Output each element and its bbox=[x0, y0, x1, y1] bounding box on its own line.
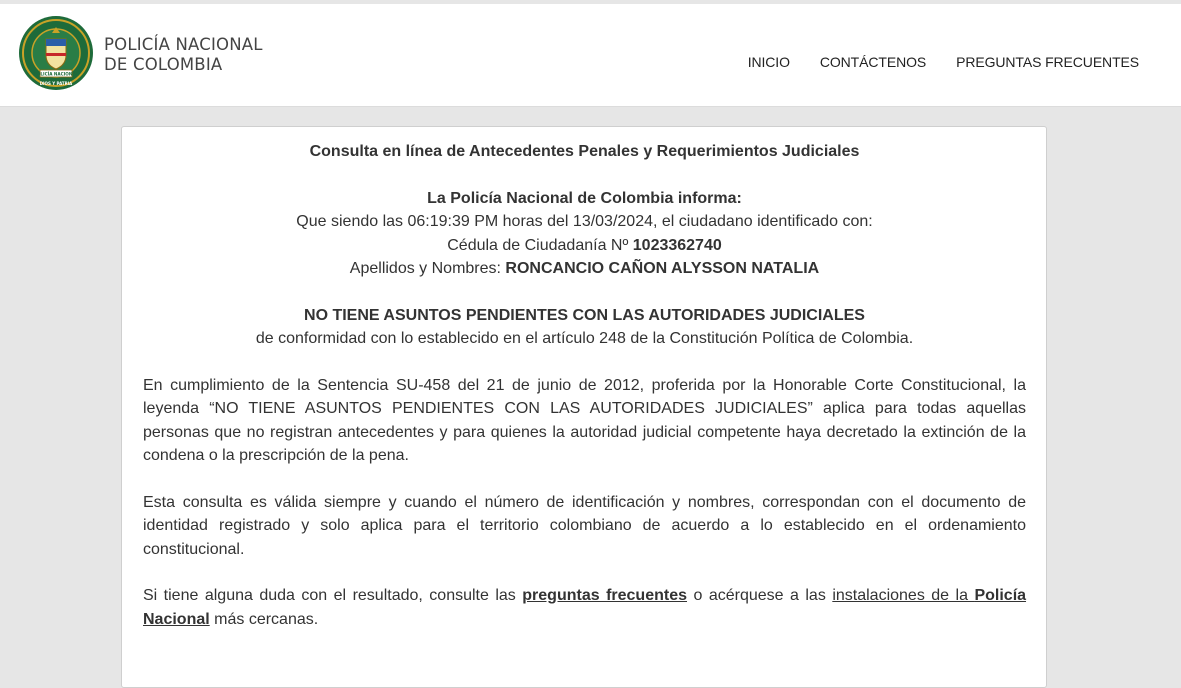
result-card: Consulta en línea de Antecedentes Penale… bbox=[121, 126, 1047, 688]
consult-time-line: Que siendo las 06:19:39 PM horas del 13/… bbox=[296, 213, 873, 230]
svg-text:DIOS Y PATRIA: DIOS Y PATRIA bbox=[40, 81, 73, 86]
police-seal-logo[interactable]: POLICÍA NACIONAL DIOS Y PATRIA bbox=[18, 15, 94, 91]
informa-heading: La Policía Nacional de Colombia informa: bbox=[427, 189, 742, 207]
status-result: NO TIENE ASUNTOS PENDIENTES CON LAS AUTO… bbox=[304, 306, 865, 324]
preguntas-frecuentes-link[interactable]: preguntas frecuentes bbox=[522, 587, 687, 604]
brand-line-1: POLICÍA NACIONAL bbox=[104, 35, 263, 54]
name-line: Apellidos y Nombres: RONCANCIO CAÑON ALY… bbox=[143, 257, 1026, 281]
paragraph-validez: Esta consulta es válida siempre y cuando… bbox=[143, 493, 1026, 558]
dudas-text-post: más cercanas. bbox=[214, 610, 319, 628]
instalaciones-link-text: instalaciones de la bbox=[832, 587, 968, 604]
result-title: Consulta en línea de Antecedentes Penale… bbox=[309, 143, 860, 160]
id-line: Cédula de Ciudadanía Nº 1023362740 bbox=[143, 234, 1026, 258]
name-value: RONCANCIO CAÑON ALYSSON NATALIA bbox=[505, 260, 820, 277]
status-note: de conformidad con lo establecido en el … bbox=[255, 330, 914, 347]
name-label: Apellidos y Nombres: bbox=[349, 260, 501, 277]
brand-line-2: DE COLOMBIA bbox=[104, 55, 223, 74]
dudas-text-pre: Si tiene alguna duda con el resultado, c… bbox=[143, 587, 516, 604]
nav-preguntas-frecuentes[interactable]: PREGUNTAS FRECUENTES bbox=[956, 54, 1139, 70]
paragraph-dudas: Si tiene alguna duda con el resultado, c… bbox=[143, 584, 1026, 631]
nav-inicio[interactable]: INICIO bbox=[748, 54, 790, 70]
id-number: 1023362740 bbox=[632, 236, 722, 254]
paragraph-sentencia: En cumplimiento de la Sentencia SU-458 d… bbox=[143, 376, 1026, 465]
svg-text:POLICÍA NACIONAL: POLICÍA NACIONAL bbox=[34, 72, 79, 77]
brand-name[interactable]: POLICÍA NACIONAL DE COLOMBIA bbox=[104, 35, 263, 75]
dudas-text-mid: o acérquese a las bbox=[693, 587, 826, 604]
site-header: POLICÍA NACIONAL DIOS Y PATRIA POLICÍA N… bbox=[0, 4, 1181, 107]
main-nav: INICIO CONTÁCTENOS PREGUNTAS FRECUENTES bbox=[748, 54, 1139, 70]
nav-contactenos[interactable]: CONTÁCTENOS bbox=[820, 54, 926, 70]
id-label: Cédula de Ciudadanía Nº bbox=[447, 236, 629, 254]
